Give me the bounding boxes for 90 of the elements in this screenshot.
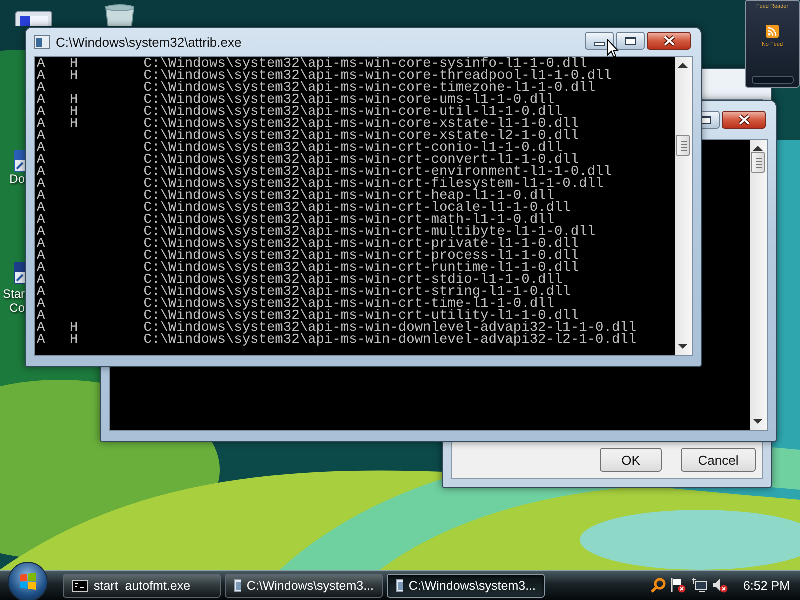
attribute-letter: A bbox=[37, 287, 46, 299]
attribute-letter: H bbox=[70, 95, 78, 107]
scroll-thumb[interactable] bbox=[751, 152, 765, 173]
scrollbar[interactable] bbox=[675, 57, 692, 355]
shortcut-icon[interactable] bbox=[14, 150, 26, 172]
flag-alert-icon[interactable] bbox=[670, 577, 688, 594]
file-path: C:\Windows\system32\api-ms-win-downlevel-advapi32-l1-1-0.dll bbox=[144, 323, 637, 335]
icon-label: Co bbox=[10, 301, 25, 315]
minimize-icon bbox=[594, 42, 605, 46]
console-icon bbox=[72, 580, 88, 592]
file-path: C:\Windows\system32\api-ms-win-crt-convert-l1-1-0.dll bbox=[144, 155, 580, 167]
app-icon bbox=[234, 579, 241, 592]
attribute-letter: H bbox=[70, 71, 78, 83]
attribute-letter: A bbox=[37, 263, 46, 275]
attribute-letter: A bbox=[37, 71, 46, 83]
file-path: C:\Windows\system32\api-ms-win-core-ums-l1-1-0.dll bbox=[144, 95, 554, 107]
file-path: C:\Windows\system32\api-ms-win-crt-filesystem-l1-1-0.dll bbox=[144, 179, 604, 191]
taskbar-button[interactable]: C:\Windows\system3... bbox=[387, 574, 545, 598]
search-icon[interactable] bbox=[650, 578, 666, 594]
file-path: C:\Windows\system32\api-ms-win-crt-stdio-l1-1-0.dll bbox=[144, 275, 563, 287]
attribute-letter: A bbox=[37, 131, 46, 143]
file-path: C:\Windows\system32\api-ms-win-crt-time-l1-1-0.dll bbox=[144, 299, 554, 311]
maximize-button[interactable] bbox=[616, 32, 645, 50]
maximize-icon bbox=[625, 37, 636, 45]
attribute-letter: A bbox=[37, 335, 46, 347]
file-path: C:\Windows\system32\api-ms-win-core-xstate-l1-1-0.dll bbox=[144, 119, 580, 131]
attribute-letter: A bbox=[37, 95, 46, 107]
file-path: C:\Windows\system32\api-ms-win-crt-heap-l1-1-0.dll bbox=[144, 191, 554, 203]
attribute-letter: H bbox=[70, 107, 78, 119]
file-path: C:\Windows\system32\api-ms-win-crt-conio-l1-1-0.dll bbox=[144, 143, 563, 155]
shortcut-icon[interactable] bbox=[14, 262, 26, 284]
window-title: C:\Windows\system32\attrib.exe bbox=[56, 34, 242, 50]
file-path: C:\Windows\system32\api-ms-win-crt-multibyte-l1-1-0.dll bbox=[144, 227, 596, 239]
cancel-button[interactable]: Cancel bbox=[681, 448, 756, 472]
gadget-toolbar bbox=[752, 76, 794, 84]
attribute-letter: A bbox=[37, 83, 46, 95]
scrollbar[interactable] bbox=[750, 140, 767, 430]
rss-icon bbox=[766, 25, 779, 38]
attribute-letter: A bbox=[37, 143, 46, 155]
attribute-letter: A bbox=[37, 239, 46, 251]
icon-label: Do bbox=[10, 172, 25, 186]
attribute-letter: H bbox=[70, 119, 78, 131]
attribute-letter: A bbox=[37, 203, 46, 215]
file-path: C:\Windows\system32\api-ms-win-crt-runtime-l1-1-0.dll bbox=[144, 263, 580, 275]
clock[interactable]: 6:52 PM bbox=[743, 578, 790, 592]
file-path: C:\Windows\system32\api-ms-win-crt-private-l1-1-0.dll bbox=[144, 239, 580, 251]
file-path: C:\Windows\system32\api-ms-win-crt-math-l1-1-0.dll bbox=[144, 215, 554, 227]
attribute-letter: A bbox=[37, 311, 46, 323]
attribute-letter: A bbox=[37, 299, 46, 311]
file-path: C:\Windows\system32\api-ms-win-core-xstate-l2-1-0.dll bbox=[144, 131, 580, 143]
scroll-thumb[interactable] bbox=[676, 135, 690, 156]
file-path: C:\Windows\system32\api-ms-win-crt-environment-l1-1-0.dll bbox=[144, 167, 612, 179]
volume-muted-icon[interactable] bbox=[712, 577, 730, 594]
attribute-letter: A bbox=[37, 215, 46, 227]
file-path: C:\Windows\system32\api-ms-win-crt-locale-l1-1-0.dll bbox=[144, 203, 571, 215]
attribute-letter: A bbox=[37, 251, 46, 263]
close-icon bbox=[662, 35, 676, 47]
file-path: C:\Windows\system32\api-ms-win-crt-utility-l1-1-0.dll bbox=[144, 311, 580, 323]
close-button[interactable] bbox=[722, 111, 766, 129]
attribute-letter: A bbox=[37, 167, 46, 179]
ok-button[interactable]: OK bbox=[600, 448, 662, 472]
file-path: C:\Windows\system32\api-ms-win-core-timezone-l1-1-0.dll bbox=[144, 83, 596, 95]
close-button[interactable] bbox=[647, 32, 691, 50]
attribute-letter: A bbox=[37, 275, 46, 287]
windows-logo-icon bbox=[18, 572, 38, 591]
icon-label: Star bbox=[2, 287, 25, 301]
attribute-letter: H bbox=[70, 323, 78, 335]
taskbar-button[interactable]: start autofmt.exe bbox=[63, 574, 221, 598]
file-path: C:\Windows\system32\api-ms-win-crt-process-l1-1-0.dll bbox=[144, 251, 580, 263]
attribute-letter: H bbox=[70, 59, 78, 71]
attribute-letter: A bbox=[37, 107, 46, 119]
attribute-letter: A bbox=[37, 227, 46, 239]
attribute-letter: A bbox=[37, 179, 46, 191]
attribute-letter: A bbox=[37, 119, 46, 131]
attribute-letter: A bbox=[37, 155, 46, 167]
file-path: C:\Windows\system32\api-ms-win-crt-string-l1-1-0.dll bbox=[144, 287, 571, 299]
app-icon bbox=[34, 35, 50, 49]
file-path: C:\Windows\system32\api-ms-win-core-threadpool-l1-1-0.dll bbox=[144, 71, 612, 83]
attribute-letter: H bbox=[70, 335, 78, 347]
minimize-button[interactable] bbox=[585, 32, 614, 50]
attribute-letter: A bbox=[37, 191, 46, 203]
app-icon bbox=[396, 579, 403, 592]
file-path: C:\Windows\system32\api-ms-win-downlevel-advapi32-l2-1-0.dll bbox=[144, 335, 637, 347]
taskbar-button[interactable]: C:\Windows\system3... bbox=[225, 574, 383, 598]
network-icon[interactable] bbox=[691, 577, 708, 594]
close-icon bbox=[738, 114, 750, 126]
file-path: C:\Windows\system32\api-ms-win-core-sysinfo-l1-1-0.dll bbox=[144, 59, 588, 71]
file-path: C:\Windows\system32\api-ms-win-core-util-l1-1-0.dll bbox=[144, 107, 563, 119]
attribute-letter: A bbox=[37, 59, 46, 71]
attribute-letter: A bbox=[37, 323, 46, 335]
